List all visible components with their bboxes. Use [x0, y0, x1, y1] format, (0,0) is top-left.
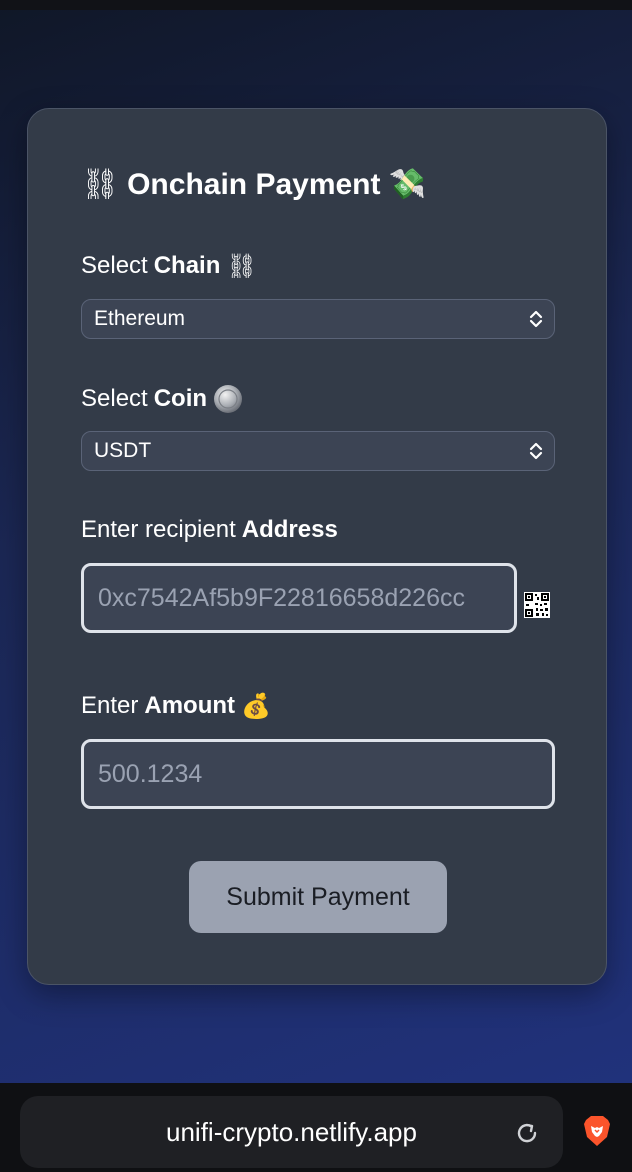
card-title: ⛓ Onchain Payment 💸	[81, 167, 426, 202]
coin-label: Select Coin	[81, 384, 243, 414]
money-with-wings-icon: 💸	[388, 167, 426, 202]
payment-card: ⛓ Onchain Payment 💸 Select Chain ⛓ Ether…	[27, 108, 607, 985]
chevron-up-down-icon	[529, 442, 543, 460]
chain-icon: ⛓	[226, 252, 257, 280]
submit-payment-button[interactable]: Submit Payment	[189, 861, 447, 933]
address-bar[interactable]: unifi-crypto.netlify.app	[20, 1096, 563, 1168]
chain-label: Select Chain ⛓	[81, 252, 257, 280]
money-bag-icon: 💰	[241, 692, 271, 720]
qr-code-icon[interactable]	[524, 592, 550, 618]
card-title-text: Onchain Payment	[127, 167, 381, 201]
address-label: Enter recipient Address	[81, 516, 338, 543]
brave-lion-icon[interactable]	[582, 1115, 612, 1147]
chain-select[interactable]: Ethereum	[81, 299, 555, 339]
browser-toolbar: unifi-crypto.netlify.app	[0, 1083, 632, 1172]
chevron-up-down-icon	[529, 310, 543, 328]
url-text: unifi-crypto.netlify.app	[166, 1116, 417, 1147]
coin-select-value: USDT	[94, 439, 152, 462]
address-input[interactable]: 0xc7542Af5b9F22816658d226cc	[81, 563, 517, 633]
chain-select-value: Ethereum	[94, 307, 186, 330]
amount-input[interactable]: 500.1234	[81, 739, 555, 809]
status-bar	[0, 0, 632, 10]
reload-icon[interactable]	[513, 1119, 541, 1147]
coin-icon	[214, 385, 243, 413]
amount-placeholder: 500.1234	[98, 759, 203, 788]
amount-label: Enter Amount 💰	[81, 692, 271, 720]
coin-select[interactable]: USDT	[81, 431, 555, 471]
chain-icon: ⛓	[81, 167, 120, 202]
address-placeholder: 0xc7542Af5b9F22816658d226cc	[98, 583, 465, 612]
